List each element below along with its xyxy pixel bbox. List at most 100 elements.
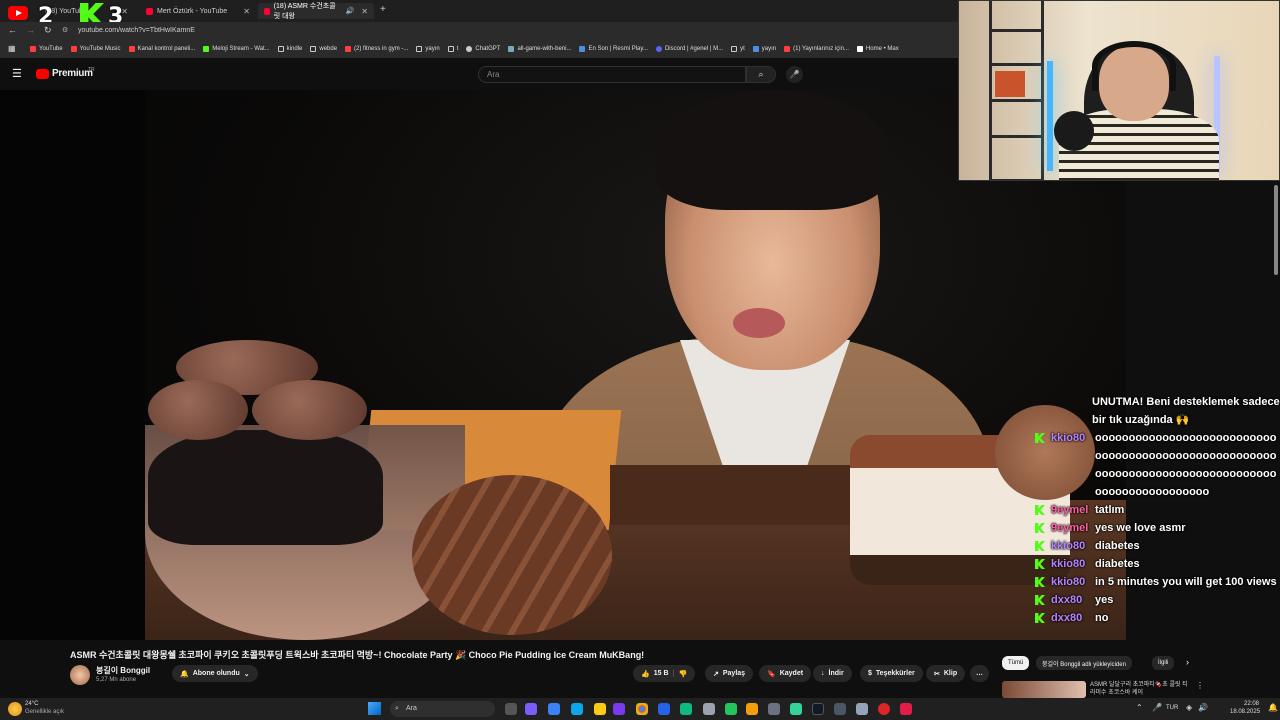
voice-search-button[interactable]: 🎤 bbox=[786, 66, 803, 83]
app-icon[interactable] bbox=[768, 703, 780, 715]
tab-label: Mert Öztürk - YouTube bbox=[157, 7, 228, 15]
word-icon[interactable] bbox=[658, 703, 670, 715]
streamer-webcam bbox=[958, 0, 1280, 181]
download-button[interactable]: ↓ İndir bbox=[813, 665, 852, 682]
app-icon[interactable] bbox=[613, 703, 625, 715]
app-icon[interactable] bbox=[856, 703, 868, 715]
weather-temp[interactable]: 24°C bbox=[25, 701, 38, 707]
bookmark[interactable]: YouTube Music bbox=[70, 46, 121, 52]
bookmark-folder[interactable]: webde bbox=[310, 46, 337, 52]
forward-icon[interactable]: → bbox=[26, 25, 35, 35]
channel-avatar[interactable] bbox=[70, 665, 90, 685]
bookmark-folder[interactable]: t bbox=[447, 46, 458, 52]
reload-icon[interactable]: ↻ bbox=[44, 25, 52, 36]
youtube-logo-icon[interactable] bbox=[36, 69, 49, 79]
windows-start-icon[interactable] bbox=[368, 702, 381, 715]
bookmark[interactable]: Discord | #genel | M... bbox=[655, 46, 723, 52]
bookmark[interactable]: Meloji Stream - Wat... bbox=[203, 46, 270, 52]
app-icon[interactable] bbox=[725, 703, 737, 715]
close-icon[interactable]: ✕ bbox=[243, 7, 250, 16]
chat-text: no bbox=[1095, 612, 1109, 624]
weather-description[interactable]: Genellikle açık bbox=[25, 709, 64, 715]
obs-icon[interactable] bbox=[900, 703, 912, 715]
apps-grid-icon[interactable]: ▦ bbox=[8, 44, 16, 53]
chevron-right-icon[interactable]: › bbox=[1186, 657, 1189, 667]
steam-icon[interactable] bbox=[834, 703, 846, 715]
url-field[interactable]: youtube.com/watch?v=TbtHwIKamnE bbox=[78, 27, 195, 34]
chrome-icon[interactable] bbox=[636, 703, 648, 715]
app-icon[interactable] bbox=[812, 703, 824, 715]
file-explorer-icon[interactable] bbox=[594, 703, 606, 715]
bookmark-folder[interactable]: yayın bbox=[416, 46, 440, 52]
stream-chat-overlay: UNUTMA! Beni desteklemek sadece bir tık … bbox=[1030, 393, 1280, 627]
speaker-icon[interactable]: 🔊 bbox=[346, 7, 355, 15]
bookmark[interactable]: yayın bbox=[752, 46, 776, 52]
close-icon[interactable]: ✕ bbox=[361, 7, 368, 16]
bookmark-folder[interactable]: kindle bbox=[277, 46, 302, 52]
search-button[interactable]: ⌕ bbox=[746, 66, 776, 83]
site-info-icon[interactable]: ⚙ bbox=[62, 26, 68, 34]
video-choco-pie bbox=[252, 380, 367, 440]
app-icon[interactable] bbox=[746, 703, 758, 715]
edge-icon[interactable] bbox=[571, 703, 583, 715]
youtube-favicon-icon bbox=[146, 7, 153, 15]
thanks-button[interactable]: $ Teşekkürler bbox=[860, 665, 923, 682]
thumbs-down-icon[interactable]: 👎 bbox=[678, 670, 687, 678]
chip-all[interactable]: Tümü bbox=[1002, 656, 1030, 670]
bookmark[interactable]: Kanal kontrol paneli... bbox=[128, 46, 195, 52]
network-icon[interactable]: ◈ bbox=[1186, 703, 1192, 712]
chevron-up-icon[interactable]: ⌃ bbox=[1136, 703, 1143, 712]
clock-time[interactable]: 22:08 bbox=[1244, 701, 1259, 707]
tab-asmr-video[interactable]: (18) ASMR 수건초콜릿 대왕 🔊 ✕ bbox=[258, 3, 374, 20]
notification-bell-icon[interactable]: 🔔 bbox=[1268, 703, 1278, 712]
search-icon: ⌕ bbox=[758, 69, 764, 79]
weather-icon[interactable] bbox=[8, 702, 22, 716]
like-button[interactable]: 👍 15 B | 👎 bbox=[633, 665, 696, 682]
chat-username: 9eymel bbox=[1051, 504, 1089, 516]
recommended-title[interactable]: ASMR 달달구리 초코파티🍫초 콜릿 티라미수 초코스바 케이 bbox=[1090, 681, 1190, 697]
chip-from-uploader[interactable]: 붕길이 Bonggil adlı yükleyiciden bbox=[1036, 656, 1132, 670]
app-icon[interactable] bbox=[790, 703, 802, 715]
recommended-thumbnail[interactable] bbox=[1002, 681, 1086, 698]
search-input[interactable]: Ara bbox=[478, 66, 746, 83]
bookmark[interactable]: ChatGPT bbox=[466, 46, 500, 52]
bookmark[interactable]: (1) Yayınlarınız için... bbox=[784, 46, 849, 52]
page-scrollbar[interactable] bbox=[1274, 185, 1278, 275]
volume-icon[interactable]: 🔊 bbox=[1198, 703, 1208, 712]
menu-icon[interactable]: ☰ bbox=[12, 67, 22, 80]
kebab-menu-icon[interactable]: ⋮ bbox=[1196, 681, 1204, 690]
bookmark[interactable]: En Son | Resmi Play... bbox=[579, 46, 648, 52]
bookmark[interactable]: Home • Max bbox=[856, 46, 899, 52]
new-tab-button[interactable]: + bbox=[380, 4, 386, 15]
channel-name[interactable]: 붕길이 Bonggil bbox=[96, 665, 150, 676]
bookmark[interactable]: (2) fitness in gym -... bbox=[345, 46, 408, 52]
app-icon[interactable] bbox=[703, 703, 715, 715]
bookmark-icon bbox=[345, 46, 352, 52]
save-label: Kaydet bbox=[779, 670, 804, 677]
task-view-icon[interactable] bbox=[505, 703, 517, 715]
bookmark-label: webde bbox=[319, 46, 338, 52]
share-button[interactable]: ↗ Paylaş bbox=[705, 665, 754, 682]
bookmark-folder[interactable]: yt bbox=[731, 46, 745, 52]
bookmark[interactable]: YouTube bbox=[30, 46, 63, 52]
app-icon[interactable] bbox=[548, 703, 560, 715]
youtube-premium-logo[interactable]: Premium bbox=[52, 68, 93, 79]
kick-badge-icon bbox=[1035, 433, 1045, 443]
subscribe-button[interactable]: 🔔 Abone olundu ⌄ bbox=[172, 665, 258, 682]
clock-date[interactable]: 18.08.2025 bbox=[1230, 709, 1260, 715]
chat-username: kkio80 bbox=[1051, 540, 1086, 552]
language-indicator[interactable]: TUR bbox=[1166, 705, 1178, 711]
save-button[interactable]: 🔖 Kaydet bbox=[759, 665, 812, 682]
app-icon[interactable] bbox=[878, 703, 890, 715]
back-icon[interactable]: ← bbox=[8, 25, 17, 35]
app-icon[interactable] bbox=[525, 703, 537, 715]
bookmark[interactable]: all-game-with-beni... bbox=[508, 46, 571, 52]
more-actions-button[interactable]: … bbox=[970, 665, 989, 682]
clip-button[interactable]: ✂ Klip bbox=[926, 665, 966, 682]
kick-badge-icon bbox=[1035, 541, 1045, 551]
app-icon[interactable] bbox=[680, 703, 692, 715]
tab-mert-ozturk[interactable]: Mert Öztürk - YouTube ✕ bbox=[140, 3, 256, 19]
mic-tray-icon[interactable]: 🎤 bbox=[1152, 703, 1162, 712]
taskbar-search[interactable]: ⌕ Ara bbox=[390, 701, 495, 717]
chip-related[interactable]: İlgili bbox=[1152, 656, 1175, 670]
